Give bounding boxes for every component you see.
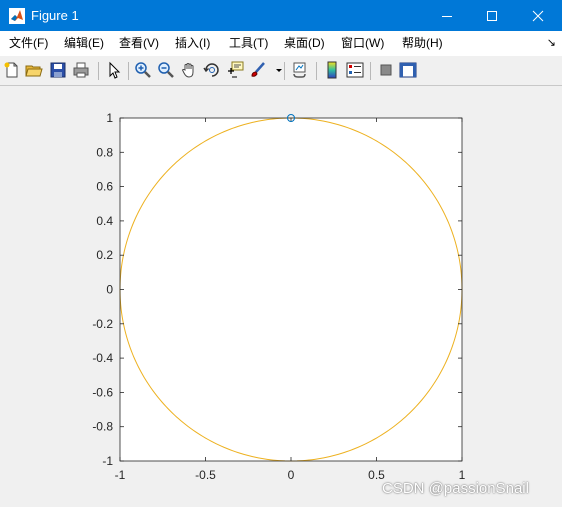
x-tick-label: -0.5: [195, 468, 216, 482]
select-arrow-icon[interactable]: [105, 61, 123, 79]
toolbar-separator: [284, 62, 285, 80]
brush-icon[interactable]: [249, 61, 267, 79]
print-icon[interactable]: [72, 61, 90, 79]
matlab-icon: [9, 8, 25, 24]
maximize-icon: [487, 10, 497, 21]
menu-window[interactable]: 窗口(W): [341, 36, 384, 51]
window-title: Figure 1: [31, 8, 79, 23]
menu-overflow-icon[interactable]: ↘: [547, 36, 556, 49]
menu-help[interactable]: 帮助(H): [402, 36, 443, 51]
y-tick-label: 1: [106, 111, 113, 125]
close-button[interactable]: [515, 0, 561, 31]
watermark-text: CSDN @passionSnail: [382, 480, 529, 497]
y-tick-label: 0.6: [96, 180, 113, 194]
toolbar-separator: [128, 62, 129, 80]
legend-icon[interactable]: [346, 61, 364, 79]
data-cursor-icon[interactable]: [226, 61, 244, 79]
menu-insert[interactable]: 插入(I): [175, 36, 210, 51]
y-tick-label: -0.6: [92, 385, 113, 399]
x-tick-label: -1: [115, 468, 126, 482]
menu-desktop[interactable]: 桌面(D): [284, 36, 325, 51]
link-plot-icon[interactable]: [291, 61, 309, 79]
y-tick-label: 0.4: [96, 214, 113, 228]
menu-edit[interactable]: 编辑(E): [64, 36, 104, 51]
pan-hand-icon[interactable]: [180, 61, 198, 79]
show-plot-tools-icon[interactable]: [399, 61, 417, 79]
menu-view[interactable]: 查看(V): [119, 36, 159, 51]
figure-toolbar: [0, 56, 562, 86]
y-tick-label: 0.2: [96, 248, 113, 262]
minimize-button[interactable]: [424, 0, 470, 31]
x-tick-label: 0: [288, 468, 295, 482]
open-file-icon[interactable]: [25, 61, 43, 79]
y-tick-label: 0: [106, 283, 113, 297]
new-figure-icon[interactable]: [3, 61, 21, 79]
maximize-button[interactable]: [469, 0, 515, 31]
menu-bar: 文件(F) 编辑(E) 查看(V) 插入(I) 工具(T) 桌面(D) 窗口(W…: [0, 31, 562, 56]
y-tick-label: -0.8: [92, 420, 113, 434]
title-bar[interactable]: Figure 1: [0, 0, 562, 31]
axes-background: [120, 118, 462, 461]
zoom-in-icon[interactable]: [134, 61, 152, 79]
close-icon: [532, 10, 544, 21]
plot-area[interactable]: -1 -0.5 0 0.5 1-1-0.8-0.6-0.4-0.200.20.40.60…: [0, 86, 562, 507]
save-icon[interactable]: [49, 61, 67, 79]
minimize-icon: [442, 15, 452, 17]
menu-file[interactable]: 文件(F): [9, 36, 48, 51]
y-tick-label: -0.2: [92, 317, 113, 331]
zoom-out-icon[interactable]: [157, 61, 175, 79]
rotate-3d-icon[interactable]: [203, 61, 221, 79]
y-tick-label: -0.4: [92, 351, 113, 365]
brush-dropdown-icon[interactable]: [270, 61, 282, 79]
toolbar-separator: [98, 62, 99, 80]
toolbar-separator: [370, 62, 371, 80]
hide-plot-tools-icon[interactable]: [377, 61, 395, 79]
y-tick-label: -1: [102, 454, 113, 468]
colorbar-icon[interactable]: [323, 61, 341, 79]
toolbar-separator: [316, 62, 317, 80]
menu-tools[interactable]: 工具(T): [229, 36, 268, 51]
y-tick-label: 0.8: [96, 145, 113, 159]
